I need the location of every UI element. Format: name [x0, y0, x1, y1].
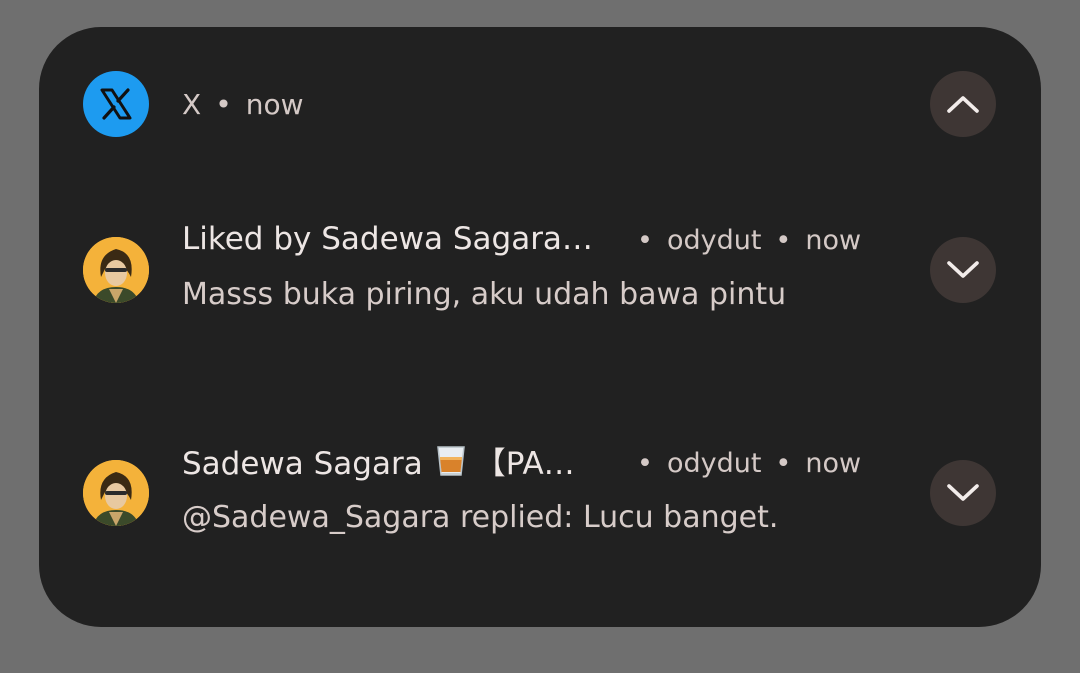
header-time: now — [245, 88, 304, 121]
notification-item[interactable]: Sadewa Sagara 【PA… • odydut • now @Sadewa_S… — [39, 440, 1041, 580]
notification-body: Masss buka piring, aku udah bawa pintu — [182, 277, 787, 312]
tumbler-glass-emoji — [433, 442, 469, 488]
expand-button[interactable] — [930, 237, 996, 303]
separator-dot: • — [637, 448, 653, 479]
x-logo-icon — [100, 88, 132, 120]
notification-time: now — [805, 448, 862, 479]
notification-group-card[interactable]: X • now Liked by Sadewa Sagara… • odydut • no… — [39, 27, 1041, 627]
notification-header: X • now — [39, 27, 1041, 177]
x-app-icon — [83, 71, 149, 137]
expand-button[interactable] — [930, 460, 996, 526]
notification-meta: • odydut • now — [637, 444, 861, 484]
notification-title: Liked by Sadewa Sagara… — [182, 221, 593, 257]
chevron-up-icon — [947, 96, 979, 113]
notification-title: Sadewa Sagara 【PA… — [182, 442, 575, 488]
notification-item[interactable]: Liked by Sadewa Sagara… • odydut • now Mass… — [39, 217, 1041, 357]
chevron-down-icon — [947, 484, 979, 501]
notification-meta: • odydut • now — [637, 221, 861, 261]
sender-name: Sadewa Sagara — [182, 446, 423, 482]
separator-dot: • — [775, 225, 792, 256]
title-rest: 【PA… — [474, 446, 575, 482]
account-name: odydut — [666, 448, 762, 479]
header-meta: X • now — [182, 85, 303, 125]
separator-dot: • — [215, 88, 232, 121]
chevron-down-icon — [947, 261, 979, 278]
separator-dot: • — [775, 448, 792, 479]
app-name: X — [182, 88, 202, 121]
avatar — [83, 460, 149, 526]
separator-dot: • — [637, 225, 653, 256]
tumbler-glass-icon — [436, 446, 465, 476]
avatar-image — [83, 460, 149, 526]
notification-time: now — [805, 225, 862, 256]
account-name: odydut — [666, 225, 762, 256]
avatar — [83, 237, 149, 303]
collapse-button[interactable] — [930, 71, 996, 137]
avatar-image — [83, 237, 149, 303]
notification-body: @Sadewa_Sagara replied: Lucu banget. — [182, 500, 779, 535]
